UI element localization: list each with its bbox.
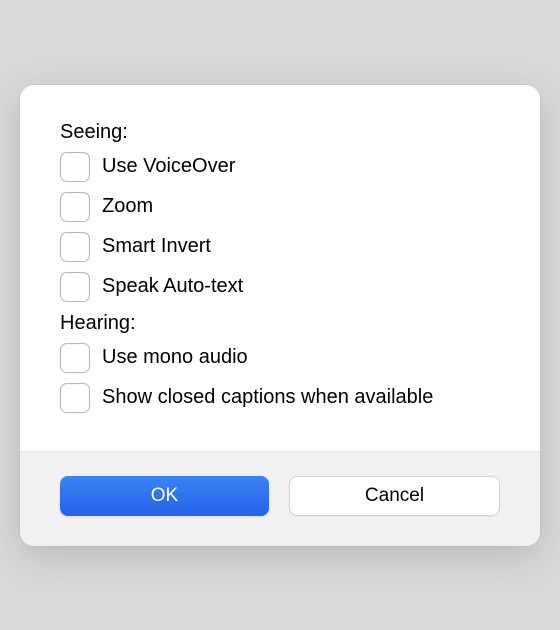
cancel-button[interactable]: Cancel (289, 476, 500, 516)
checkbox-row-voiceover: Use VoiceOver (60, 152, 500, 182)
checkbox-label-zoom: Zoom (102, 195, 153, 218)
checkbox-row-smart-invert: Smart Invert (60, 232, 500, 262)
checkbox-row-closed-captions: Show closed captions when available (60, 383, 500, 413)
checkbox-label-smart-invert: Smart Invert (102, 235, 211, 258)
checkbox-speak-autotext[interactable] (60, 272, 90, 302)
checkbox-zoom[interactable] (60, 192, 90, 222)
accessibility-dialog: Seeing: Use VoiceOver Zoom Smart Invert … (20, 85, 540, 546)
checkbox-label-closed-captions: Show closed captions when available (102, 386, 433, 409)
dialog-content: Seeing: Use VoiceOver Zoom Smart Invert … (20, 85, 540, 451)
checkbox-row-mono-audio: Use mono audio (60, 343, 500, 373)
checkbox-row-zoom: Zoom (60, 192, 500, 222)
checkbox-smart-invert[interactable] (60, 232, 90, 262)
checkbox-label-speak-autotext: Speak Auto-text (102, 275, 243, 298)
seeing-heading: Seeing: (60, 121, 500, 144)
checkbox-row-speak-autotext: Speak Auto-text (60, 272, 500, 302)
checkbox-voiceover[interactable] (60, 152, 90, 182)
ok-button[interactable]: OK (60, 476, 269, 516)
checkbox-label-voiceover: Use VoiceOver (102, 155, 235, 178)
checkbox-closed-captions[interactable] (60, 383, 90, 413)
hearing-heading: Hearing: (60, 312, 500, 335)
checkbox-mono-audio[interactable] (60, 343, 90, 373)
dialog-footer: OK Cancel (20, 451, 540, 546)
checkbox-label-mono-audio: Use mono audio (102, 346, 248, 369)
